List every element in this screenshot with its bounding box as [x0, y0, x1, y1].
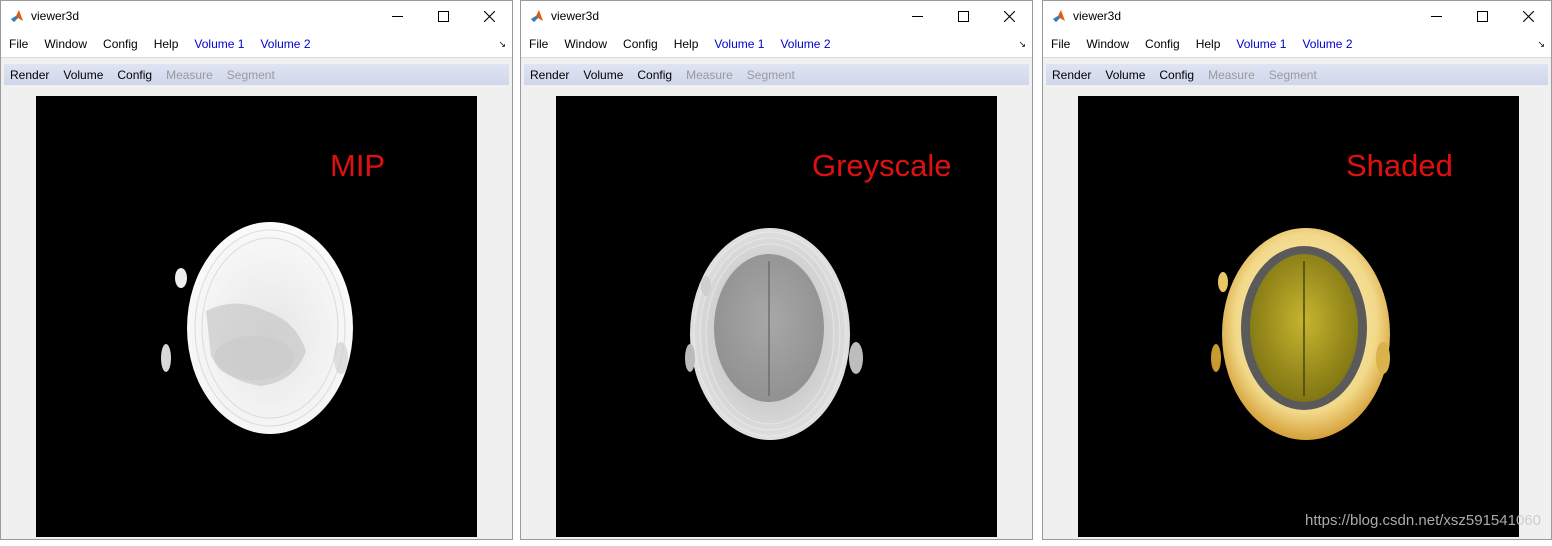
- title-bar: viewer3d: [1043, 1, 1551, 31]
- menu-file[interactable]: File: [1051, 37, 1070, 51]
- render-mode-label: Shaded: [1346, 148, 1453, 183]
- tool-volume[interactable]: Volume: [1105, 68, 1145, 82]
- viewer-window-shaded: viewer3d File Window Config Help Volume …: [1042, 0, 1552, 540]
- tool-config[interactable]: Config: [637, 68, 672, 82]
- close-button[interactable]: [1505, 1, 1551, 31]
- menu-config[interactable]: Config: [103, 37, 138, 51]
- tool-segment[interactable]: Segment: [1269, 68, 1317, 82]
- close-button[interactable]: [986, 1, 1032, 31]
- dock-arrow-icon[interactable]: ↘: [1537, 39, 1545, 50]
- close-icon: [1522, 10, 1534, 22]
- menu-file[interactable]: File: [529, 37, 548, 51]
- menu-volume-1[interactable]: Volume 1: [714, 37, 764, 51]
- menu-volume-1[interactable]: Volume 1: [1236, 37, 1286, 51]
- title-bar: viewer3d: [1, 1, 512, 31]
- maximize-icon: [957, 10, 969, 22]
- tool-volume[interactable]: Volume: [63, 68, 103, 82]
- mip-head-render: [161, 222, 353, 434]
- minimize-button[interactable]: [1413, 1, 1459, 31]
- maximize-icon: [437, 10, 449, 22]
- render-mode-label: Greyscale: [812, 148, 952, 183]
- minimize-icon: [1430, 15, 1442, 17]
- close-button[interactable]: [466, 1, 512, 31]
- menu-window[interactable]: Window: [1086, 37, 1129, 51]
- menu-volume-1[interactable]: Volume 1: [194, 37, 244, 51]
- menu-volume-2[interactable]: Volume 2: [1302, 37, 1352, 51]
- tool-measure[interactable]: Measure: [1208, 68, 1255, 82]
- minimize-icon: [391, 15, 403, 17]
- menu-help[interactable]: Help: [154, 37, 179, 51]
- viewer-window-greyscale: viewer3d File Window Config Help Volume …: [520, 0, 1033, 540]
- maximize-icon: [1476, 10, 1488, 22]
- viewer-window-mip: viewer3d File Window Config Help Volume …: [0, 0, 513, 540]
- matlab-icon: [531, 10, 543, 22]
- matlab-icon: [11, 10, 23, 22]
- menu-config[interactable]: Config: [623, 37, 658, 51]
- close-icon: [1003, 10, 1015, 22]
- toolbar: Render Volume Config Measure Segment: [4, 64, 509, 85]
- tool-render[interactable]: Render: [10, 68, 49, 82]
- minimize-icon: [911, 15, 923, 17]
- window-title: viewer3d: [551, 9, 600, 23]
- window-title: viewer3d: [31, 9, 80, 23]
- tool-volume[interactable]: Volume: [583, 68, 623, 82]
- menu-bar: File Window Config Help Volume 1 Volume …: [521, 31, 1032, 58]
- dock-arrow-icon[interactable]: ↘: [498, 39, 506, 50]
- dock-arrow-icon[interactable]: ↘: [1018, 39, 1026, 50]
- menu-bar: File Window Config Help Volume 1 Volume …: [1, 31, 512, 58]
- maximize-button[interactable]: [420, 1, 466, 31]
- menu-volume-2[interactable]: Volume 2: [780, 37, 830, 51]
- tool-render[interactable]: Render: [530, 68, 569, 82]
- toolbar: Render Volume Config Measure Segment: [524, 64, 1029, 85]
- menu-volume-2[interactable]: Volume 2: [260, 37, 310, 51]
- menu-config[interactable]: Config: [1145, 37, 1180, 51]
- matlab-icon: [1053, 10, 1065, 22]
- menu-file[interactable]: File: [9, 37, 28, 51]
- minimize-button[interactable]: [894, 1, 940, 31]
- title-bar: viewer3d: [521, 1, 1032, 31]
- tool-config[interactable]: Config: [117, 68, 152, 82]
- watermark-text: https://blog.csdn.net/xsz591541060: [1304, 512, 1541, 529]
- menu-window[interactable]: Window: [564, 37, 607, 51]
- menu-window[interactable]: Window: [44, 37, 87, 51]
- render-mode-label: MIP: [330, 148, 386, 183]
- tool-config[interactable]: Config: [1159, 68, 1194, 82]
- tool-measure[interactable]: Measure: [166, 68, 213, 82]
- menu-bar: File Window Config Help Volume 1 Volume …: [1043, 31, 1551, 58]
- minimize-button[interactable]: [374, 1, 420, 31]
- menu-help[interactable]: Help: [674, 37, 699, 51]
- close-icon: [483, 10, 495, 22]
- render-viewport[interactable]: MIP: [36, 96, 477, 537]
- maximize-button[interactable]: [940, 1, 986, 31]
- tool-measure[interactable]: Measure: [686, 68, 733, 82]
- toolbar: Render Volume Config Measure Segment: [1046, 64, 1548, 85]
- tool-segment[interactable]: Segment: [227, 68, 275, 82]
- render-viewport[interactable]: Shaded: [1078, 96, 1519, 537]
- window-title: viewer3d: [1073, 9, 1122, 23]
- maximize-button[interactable]: [1459, 1, 1505, 31]
- render-viewport[interactable]: Greyscale: [556, 96, 997, 537]
- tool-segment[interactable]: Segment: [747, 68, 795, 82]
- tool-render[interactable]: Render: [1052, 68, 1091, 82]
- menu-help[interactable]: Help: [1196, 37, 1221, 51]
